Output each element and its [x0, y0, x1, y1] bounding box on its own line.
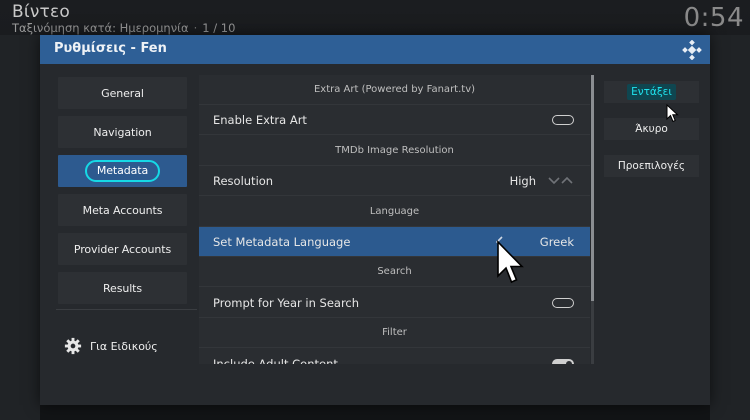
section-header-label: Search — [377, 266, 412, 277]
setting-name: Prompt for Year in Search — [213, 296, 360, 310]
setting-row-enable-extra-art[interactable]: Enable Extra Art — [199, 105, 590, 135]
section-header-label: Extra Art (Powered by Fanart.tv) — [313, 84, 476, 95]
menu-item-results[interactable]: Results — [58, 272, 187, 304]
toggle-knob — [566, 361, 572, 364]
dialog-title: Ρυθμίσεις - Fen — [54, 41, 167, 56]
ok-button[interactable]: Εντάξει — [604, 81, 699, 103]
dialog-titlebar: Ρυθμίσεις - Fen — [40, 35, 710, 64]
menu-item-general[interactable]: General — [58, 77, 187, 109]
gear-icon — [64, 337, 82, 355]
sort-info: Ταξινόμηση κατά: Ημερομηνία · 1 / 10 — [12, 21, 235, 35]
background-right-band — [710, 35, 750, 420]
window-title: Βίντεο — [12, 2, 70, 22]
specialist-button[interactable]: Για Ειδικούς — [64, 337, 158, 355]
ok-button-label: Εντάξει — [627, 84, 676, 100]
setting-name: Include Adult Content — [213, 357, 338, 364]
sort-label: Ταξινόμηση κατά: Ημερομηνία — [12, 21, 189, 35]
background-left-band — [0, 35, 40, 420]
setting-name: Set Metadata Language — [213, 235, 351, 249]
section-header: Extra Art (Powered by Fanart.tv) — [199, 75, 590, 105]
cancel-button-label: Άκυρο — [635, 123, 668, 135]
clock: 0:54 — [683, 3, 744, 33]
settings-dialog: Ρυθμίσεις - Fen General Navigation Metadat… — [40, 35, 710, 405]
dot-separator: · — [193, 21, 198, 35]
chevron-up-icon[interactable] — [561, 176, 573, 184]
toggle-switch[interactable] — [552, 359, 574, 364]
section-header: Filter — [199, 318, 590, 348]
section-header-label: Language — [369, 206, 420, 217]
row-divider — [199, 134, 590, 135]
menu-item-meta-accounts[interactable]: Meta Accounts — [58, 194, 187, 226]
section-header: Search — [199, 257, 590, 287]
section-header: TMDb Image Resolution — [199, 136, 590, 166]
menu-item-label: Provider Accounts — [73, 242, 172, 256]
page-counter: 1 / 10 — [202, 21, 236, 35]
row-divider — [199, 347, 590, 348]
setting-name: Resolution — [213, 174, 274, 188]
specialist-label: Για Ειδικούς — [90, 339, 158, 353]
chevron-down-icon[interactable] — [548, 177, 560, 185]
chevron-left-icon[interactable] — [495, 236, 503, 248]
menu-item-provider-accounts[interactable]: Provider Accounts — [58, 233, 187, 265]
row-divider — [199, 195, 590, 196]
setting-row-set-metadata-language[interactable]: Set Metadata Language Greek — [199, 227, 590, 257]
menu-item-label: Meta Accounts — [82, 203, 163, 217]
menu-item-metadata[interactable]: Metadata — [58, 155, 187, 187]
toggle-switch[interactable] — [552, 298, 574, 308]
menu-item-label: Navigation — [93, 125, 152, 139]
kodi-logo-icon — [682, 40, 702, 60]
section-header-label: TMDb Image Resolution — [335, 145, 454, 156]
setting-row-include-adult-content[interactable]: Include Adult Content — [199, 349, 590, 364]
settings-list: Extra Art (Powered by Fanart.tv) Enable E… — [199, 75, 590, 364]
setting-row-resolution[interactable]: Resolution High — [199, 166, 590, 196]
section-header-label: Filter — [382, 327, 407, 338]
setting-row-prompt-for-year-in-search[interactable]: Prompt for Year in Search — [199, 288, 590, 318]
menu-item-label: Results — [102, 281, 143, 295]
row-divider — [199, 286, 590, 287]
scrollbar-thumb[interactable] — [591, 75, 594, 301]
setting-name: Enable Extra Art — [213, 113, 307, 127]
cancel-button[interactable]: Άκυρο — [604, 118, 699, 140]
menu-item-label: General — [101, 86, 144, 100]
menu-item-label: Metadata — [84, 160, 161, 182]
defaults-button-label: Προεπιλογές — [617, 160, 686, 172]
setting-value: High — [509, 174, 536, 188]
spinner-arrows-icon[interactable] — [547, 175, 575, 187]
menu-item-navigation[interactable]: Navigation — [58, 116, 187, 148]
menu-divider — [56, 309, 197, 310]
section-header: Language — [199, 197, 590, 227]
defaults-button[interactable]: Προεπιλογές — [604, 155, 699, 177]
setting-value: Greek — [539, 235, 574, 249]
settings-scrollbar[interactable] — [591, 75, 594, 364]
toggle-switch[interactable] — [552, 115, 574, 125]
